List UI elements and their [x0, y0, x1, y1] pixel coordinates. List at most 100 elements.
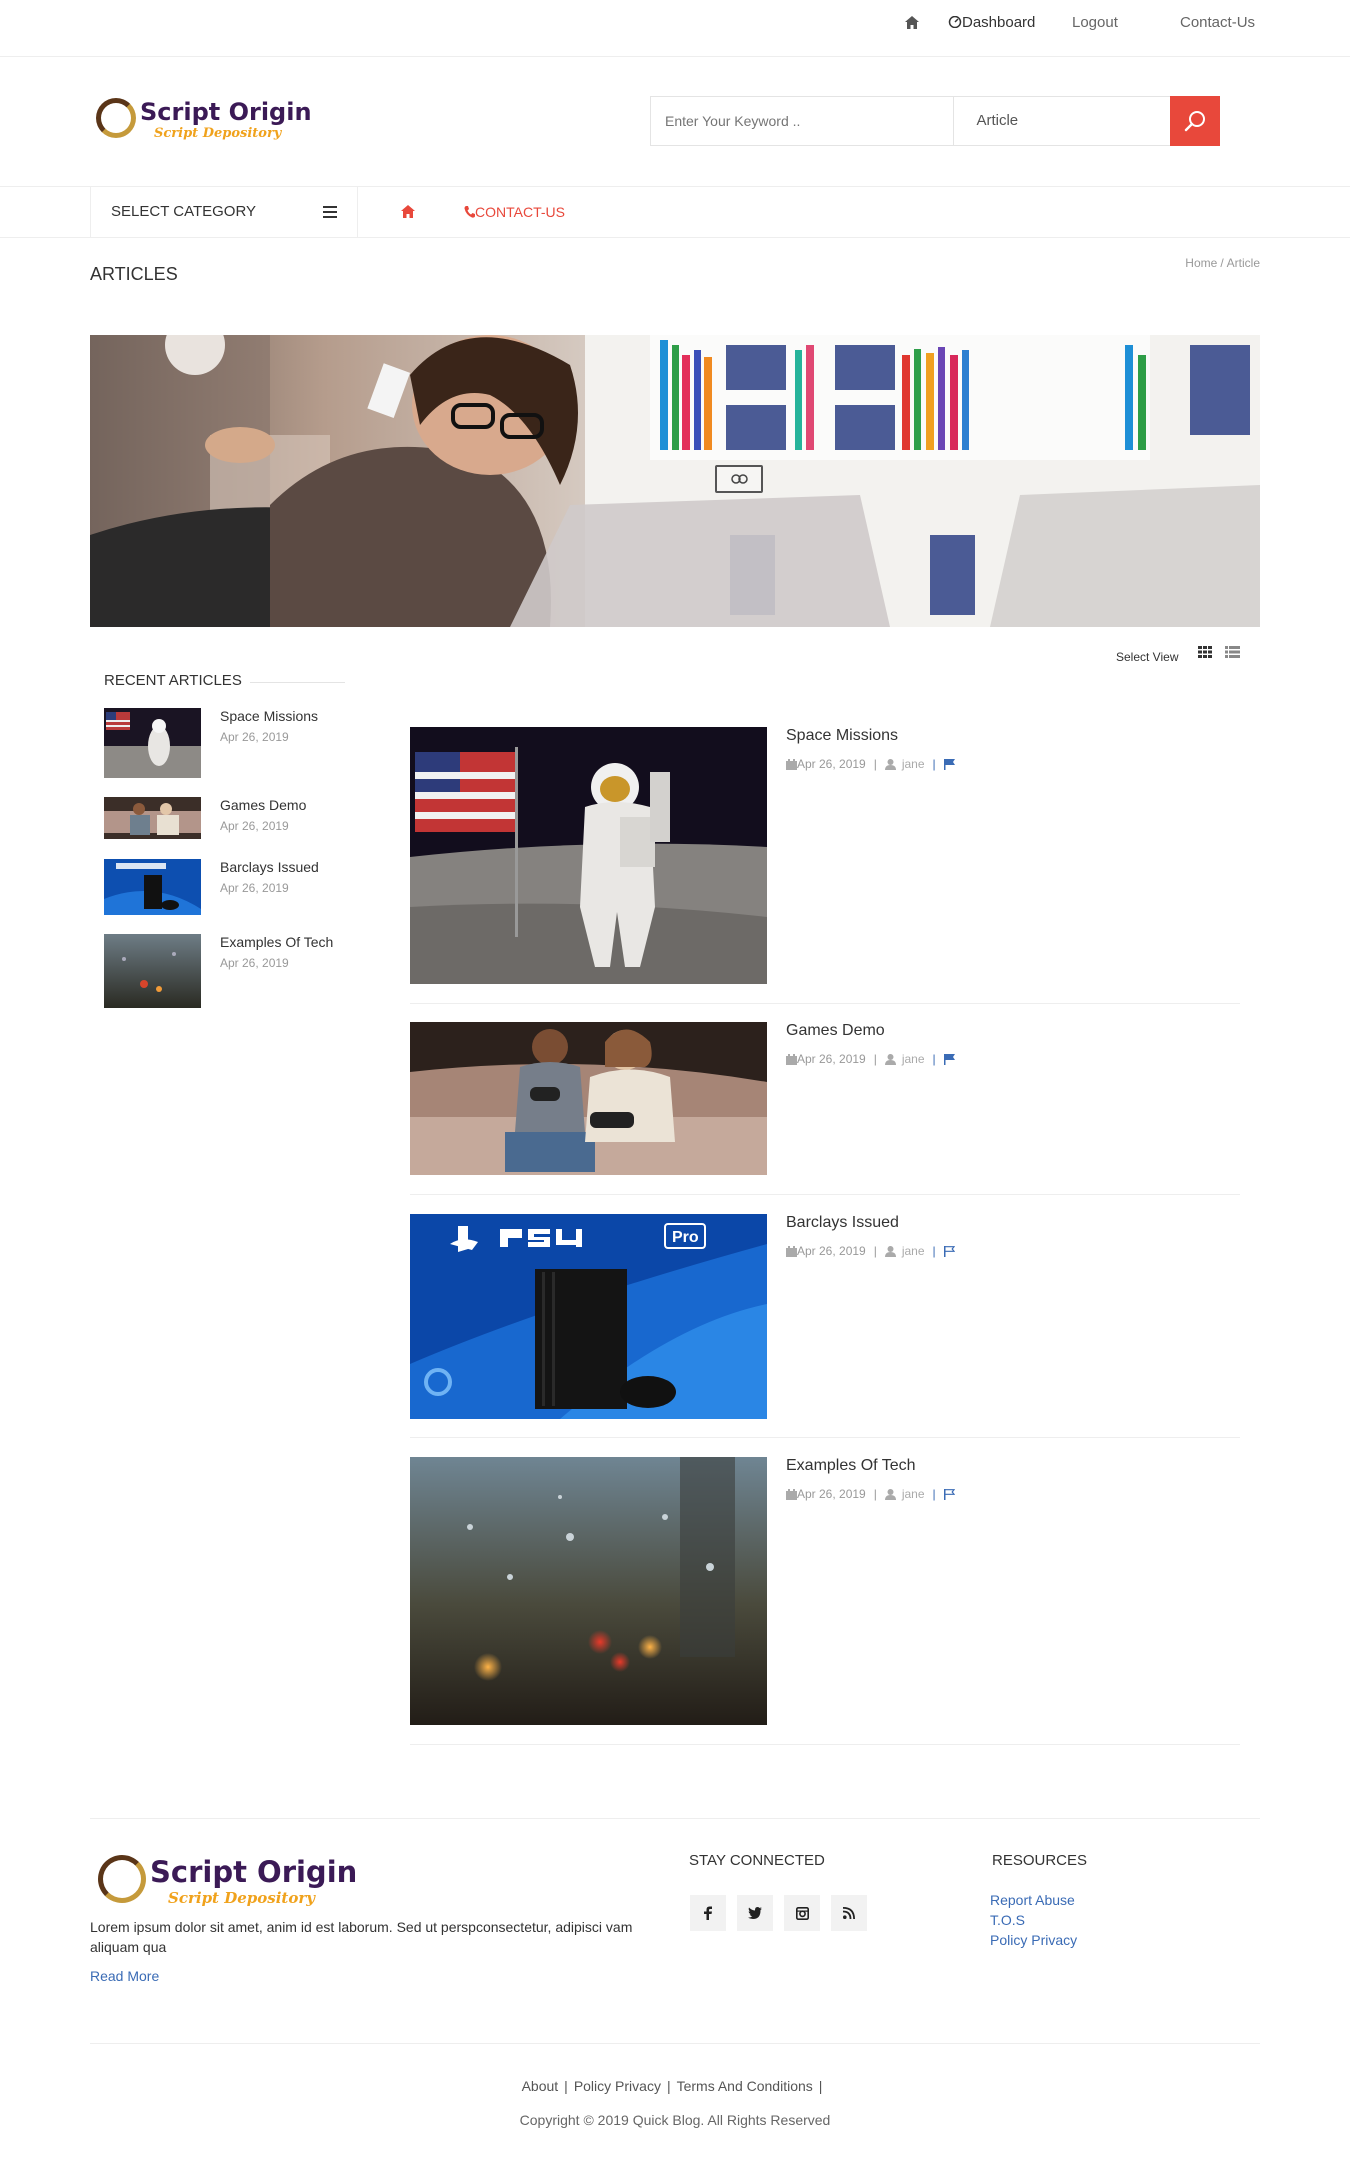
recent-article-date: Apr 26, 2019	[220, 881, 289, 895]
article-card: Games Demo Apr 26, 2019 | jane |	[410, 1022, 1240, 1195]
article-image[interactable]: Pro	[410, 1214, 767, 1419]
footer-terms-link[interactable]: Terms And Conditions	[677, 2078, 813, 2094]
flag-outline-icon[interactable]	[943, 1488, 955, 1500]
footer-about-link[interactable]: About	[522, 2078, 559, 2094]
user-icon	[884, 1488, 896, 1500]
footer-logo[interactable]: Script Origin Script Depository	[98, 1853, 357, 1909]
article-title[interactable]: Barclays Issued	[786, 1214, 899, 1232]
resources-title: RESOURCES	[992, 1852, 1088, 1869]
article-meta: Apr 26, 2019 | jane |	[786, 1052, 955, 1066]
footer-description: Lorem ipsum dolor sit amet, anim id est …	[90, 1919, 633, 1955]
breadcrumb-separator: /	[1220, 256, 1224, 270]
article-card: Examples Of Tech Apr 26, 2019 | jane |	[410, 1457, 1240, 1745]
recent-article-title[interactable]: Games Demo	[220, 797, 306, 813]
banner-image	[90, 335, 1260, 627]
site-logo[interactable]: Script Origin Script Depository	[96, 96, 312, 146]
article-image[interactable]	[410, 1457, 767, 1725]
meta-separator: |	[932, 1487, 936, 1501]
rss-icon[interactable]	[831, 1895, 867, 1931]
meta-separator: |	[873, 757, 877, 771]
meta-separator: |	[932, 757, 936, 771]
menu-icon	[323, 206, 337, 218]
flag-icon[interactable]	[943, 758, 955, 770]
user-icon	[884, 758, 896, 770]
stay-connected-title: STAY CONNECTED	[689, 1852, 825, 1869]
copyright-text: Copyright © 2019 Quick Blog. All Rights …	[519, 2112, 831, 2128]
footer-logo-title: Script Origin	[150, 1855, 358, 1889]
flag-icon[interactable]	[943, 1053, 955, 1065]
banner-play-button[interactable]	[715, 465, 763, 493]
article-title[interactable]: Examples Of Tech	[786, 1457, 916, 1475]
dashboard-link[interactable]: Dashboard	[948, 14, 1035, 31]
report-abuse-link[interactable]: Report Abuse	[990, 1892, 1075, 1908]
recent-article-date: Apr 26, 2019	[220, 730, 289, 744]
recent-article-date: Apr 26, 2019	[220, 819, 289, 833]
search-input[interactable]	[651, 97, 955, 145]
contact-us-link[interactable]: Contact-Us	[1180, 14, 1255, 31]
recent-article-date: Apr 26, 2019	[220, 956, 289, 970]
recent-article-thumbnail[interactable]	[104, 859, 201, 915]
footer-policy-privacy-link[interactable]: Policy Privacy	[574, 2078, 661, 2094]
meta-separator: |	[873, 1487, 877, 1501]
user-icon	[884, 1053, 896, 1065]
article-title[interactable]: Games Demo	[786, 1022, 885, 1040]
article-image[interactable]	[410, 1022, 767, 1175]
grid-view-icon[interactable]	[1198, 645, 1212, 663]
facebook-icon[interactable]	[690, 1895, 726, 1931]
nav-contact-us-link[interactable]: CONTACT-US	[464, 204, 565, 220]
recent-article-thumbnail[interactable]	[104, 934, 201, 1008]
home-icon[interactable]	[905, 16, 919, 34]
recent-article-title[interactable]: Space Missions	[220, 708, 318, 724]
breadcrumb: Home / Article	[1185, 256, 1260, 270]
play-icon	[731, 474, 748, 484]
logout-link[interactable]: Logout	[1072, 14, 1118, 31]
article-card: Pro Barclays Issued Apr 26, 2019 | jane …	[410, 1214, 1240, 1438]
article-meta: Apr 26, 2019 | jane |	[786, 757, 955, 771]
svg-text:Pro: Pro	[672, 1229, 699, 1246]
article-image[interactable]	[410, 727, 767, 984]
recent-article-title[interactable]: Barclays Issued	[220, 859, 319, 875]
policy-privacy-link[interactable]: Policy Privacy	[990, 1932, 1077, 1948]
search-button[interactable]	[1170, 96, 1220, 146]
article-author[interactable]: jane	[902, 1244, 925, 1258]
article-author[interactable]: jane	[902, 757, 925, 771]
meta-separator: |	[873, 1244, 877, 1258]
instagram-icon[interactable]	[784, 1895, 820, 1931]
nav-home-icon[interactable]	[401, 205, 415, 223]
recent-article-item[interactable]: Games Demo Apr 26, 2019	[104, 797, 354, 839]
logo-ring-icon	[98, 1855, 146, 1903]
select-category-dropdown[interactable]: SELECT CATEGORY	[90, 187, 358, 237]
breadcrumb-home[interactable]: Home	[1185, 256, 1217, 270]
article-date: Apr 26, 2019	[797, 1244, 866, 1258]
calendar-icon	[786, 1488, 797, 1500]
search-icon	[1184, 111, 1206, 132]
flag-outline-icon[interactable]	[943, 1245, 955, 1257]
recent-article-item[interactable]: Barclays Issued Apr 26, 2019	[104, 859, 354, 915]
article-author[interactable]: jane	[902, 1052, 925, 1066]
footer-link-separator: |	[818, 2078, 823, 2094]
footer-link-separator: |	[564, 2078, 568, 2094]
calendar-icon	[786, 1245, 797, 1257]
recent-article-title[interactable]: Examples Of Tech	[220, 934, 333, 950]
article-meta: Apr 26, 2019 | jane |	[786, 1244, 955, 1258]
twitter-icon[interactable]	[737, 1895, 773, 1931]
logo-ring-icon	[96, 98, 136, 138]
recent-article-item[interactable]: Examples Of Tech Apr 26, 2019	[104, 934, 354, 1008]
read-more-link[interactable]: Read More	[90, 1968, 159, 1984]
nav-contact-label: CONTACT-US	[475, 204, 565, 220]
select-view-label: Select View	[1116, 650, 1179, 664]
footer-divider	[90, 1818, 1260, 1819]
article-card: Space Missions Apr 26, 2019 | jane |	[410, 727, 1240, 1004]
recent-article-thumbnail[interactable]	[104, 708, 201, 778]
search-type-select[interactable]: Article	[954, 97, 1170, 145]
footer-link-separator: |	[666, 2078, 671, 2094]
article-author[interactable]: jane	[902, 1487, 925, 1501]
logo-subtitle: Script Depository	[154, 126, 282, 141]
article-title[interactable]: Space Missions	[786, 727, 898, 745]
tos-link[interactable]: T.O.S	[990, 1912, 1025, 1928]
meta-separator: |	[932, 1244, 936, 1258]
list-view-icon[interactable]	[1225, 645, 1240, 663]
recent-article-thumbnail[interactable]	[104, 797, 201, 839]
recent-article-item[interactable]: Space Missions Apr 26, 2019	[104, 708, 354, 778]
phone-icon	[464, 206, 475, 218]
